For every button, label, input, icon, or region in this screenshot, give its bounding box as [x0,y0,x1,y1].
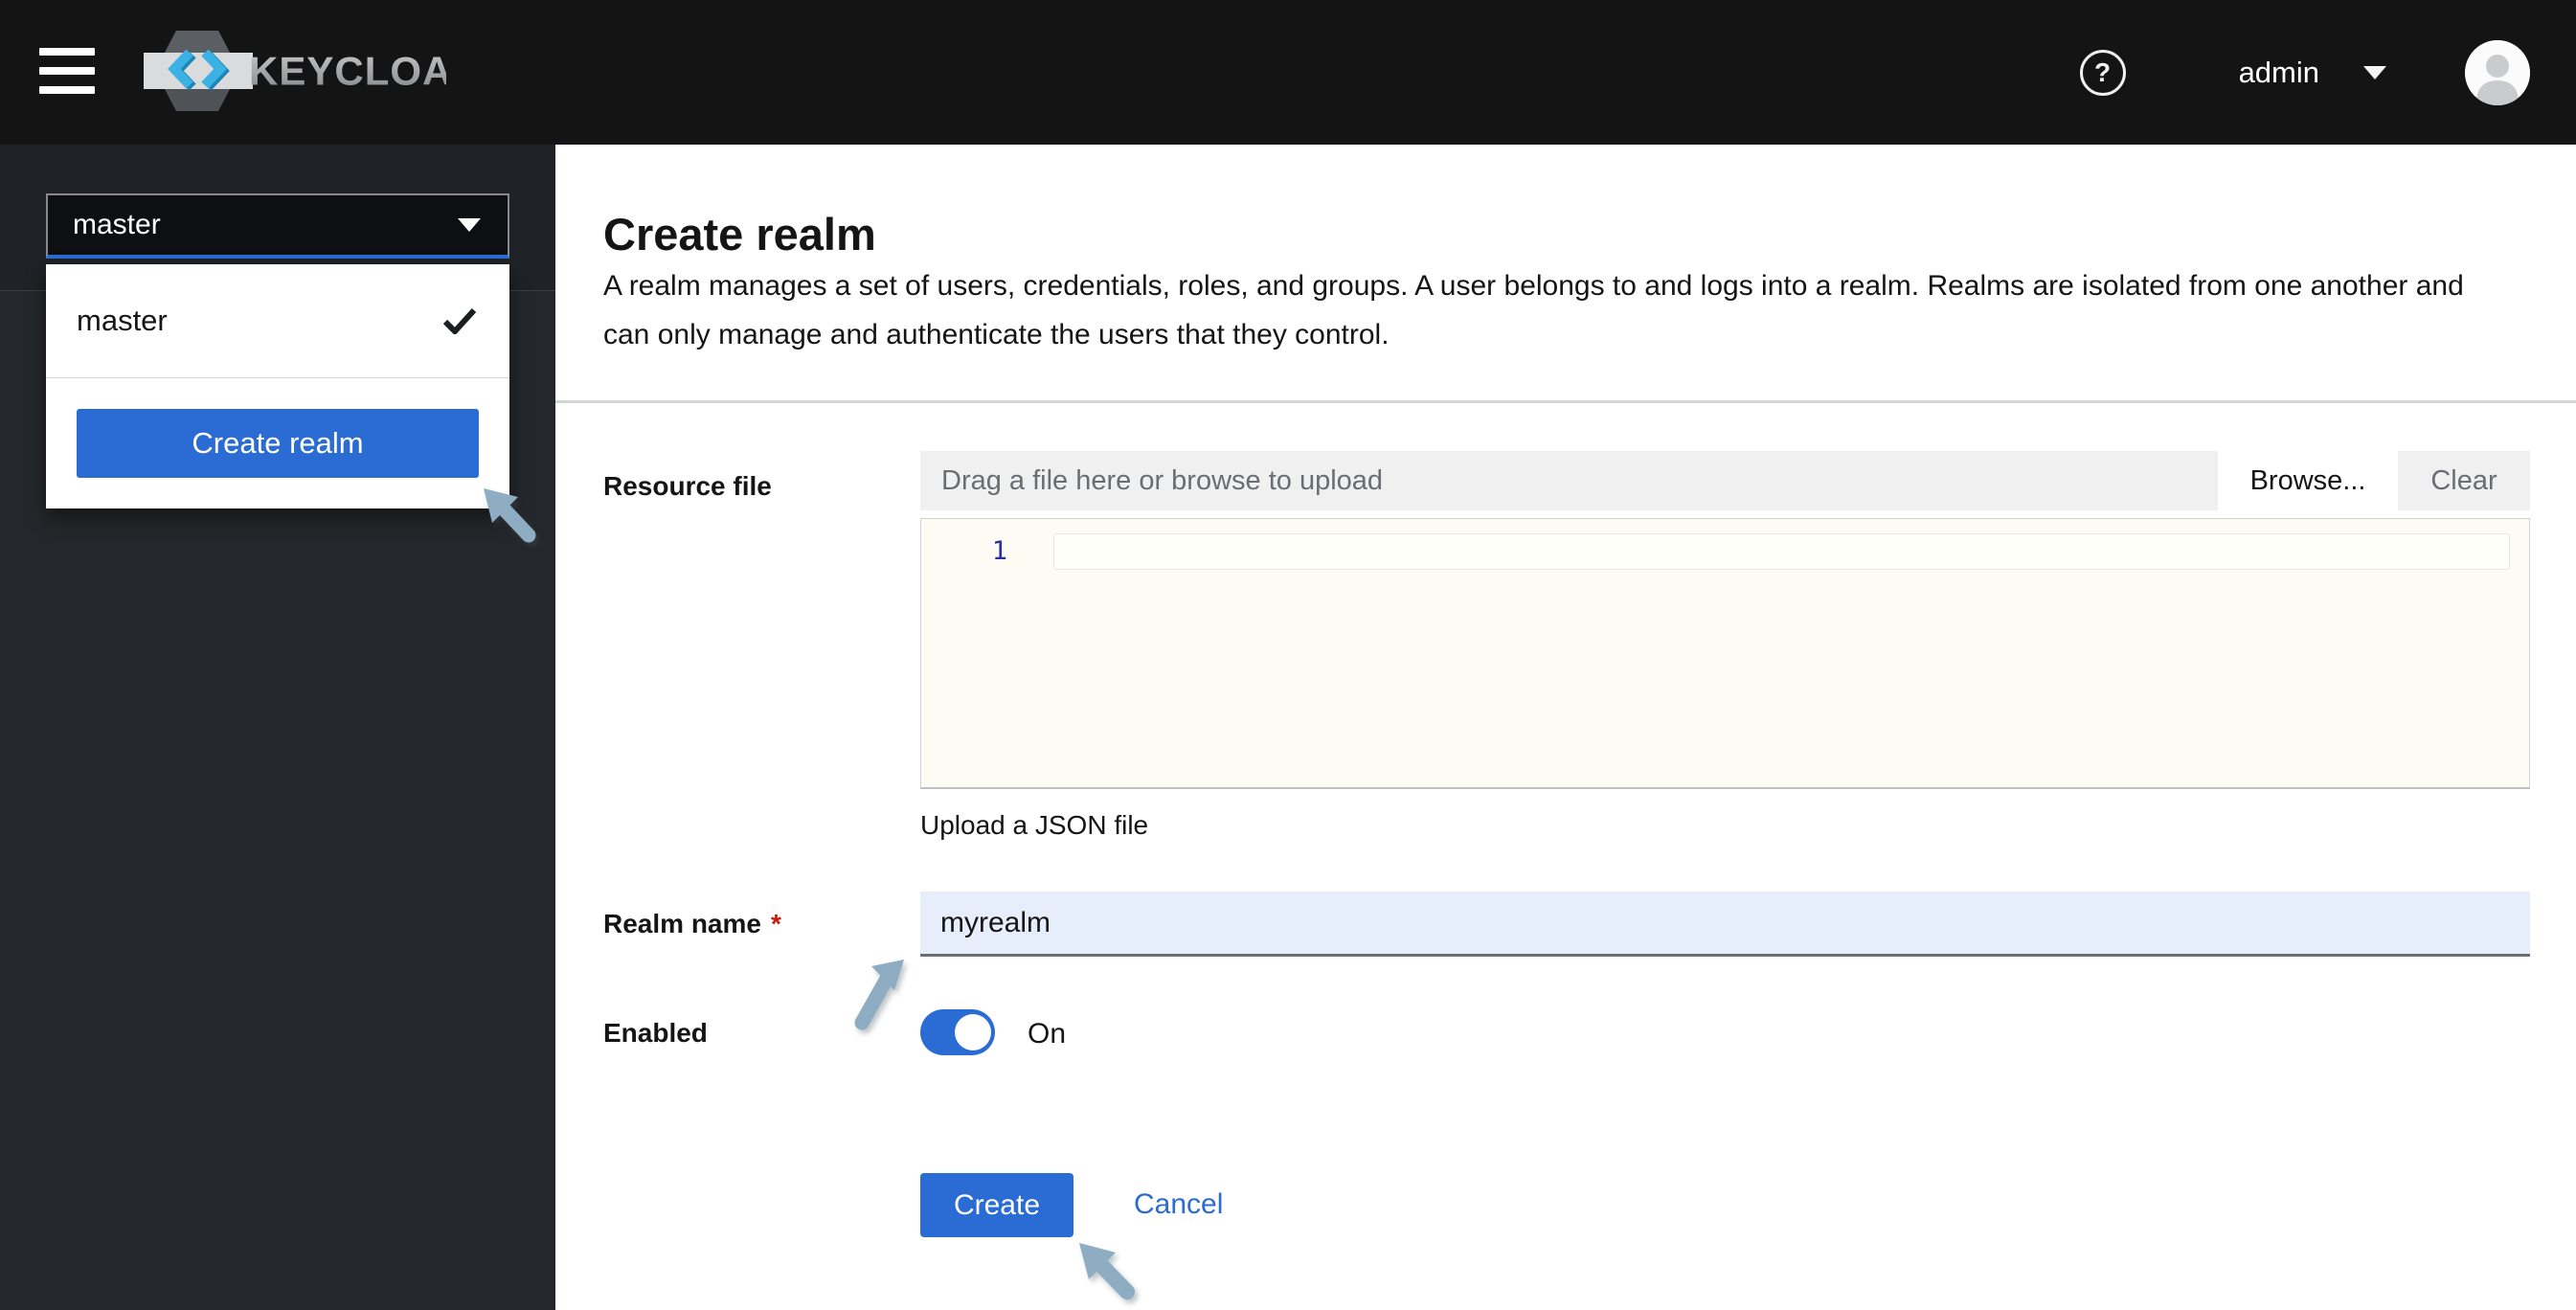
brand-text: KEYCLOAK [249,49,446,94]
upload-helper-text: Upload a JSON file [920,810,1148,841]
tutorial-arrow-realm-name [850,958,906,1030]
check-icon [442,307,477,334]
masthead-actions: ? admin [2080,0,2530,145]
cancel-link[interactable]: Cancel [1134,1188,1223,1221]
realm-selector[interactable]: master [46,193,509,259]
tutorial-arrow-create-button [1077,1241,1141,1304]
browse-button[interactable]: Browse... [2218,451,2398,510]
toggle-knob [955,1014,991,1050]
user-avatar-icon [2465,40,2530,105]
editor-line-number: 1 [979,536,1007,566]
create-button[interactable]: Create [920,1173,1073,1237]
main-content: Create realm A realm manages a set of us… [555,145,2576,1310]
realm-selector-dropdown: master Create realm [46,264,509,508]
realm-name-input[interactable] [920,892,2530,957]
user-menu-label: admin [2239,56,2319,90]
json-code-editor[interactable]: 1 [920,518,2530,789]
realm-dropdown-footer: Create realm [46,377,509,508]
caret-down-icon [2363,66,2386,79]
masthead: KEYCLOAK ? admin [0,0,2576,145]
required-indicator: * [771,909,781,938]
enabled-toggle[interactable] [920,1009,995,1055]
editor-active-line [1053,533,2510,570]
page-description: A realm manages a set of users, credenti… [603,261,2480,359]
clear-button[interactable]: Clear [2398,451,2530,510]
keycloak-logo-icon: KEYCLOAK [140,27,446,115]
help-glyph: ? [2094,57,2111,88]
keycloak-logo[interactable]: KEYCLOAK [140,27,446,115]
realm-selector-value: master [73,209,161,241]
file-drop-zone[interactable]: Drag a file here or browse to upload [920,451,2218,510]
enabled-state-label: On [1028,1018,1066,1050]
help-icon[interactable]: ? [2080,50,2126,96]
realm-option-master[interactable]: master [46,264,509,377]
file-upload-bar: Drag a file here or browse to upload Bro… [920,451,2530,510]
section-divider [555,400,2576,403]
enabled-label: Enabled [603,1018,708,1049]
page-title: Create realm [603,208,876,260]
resource-file-label: Resource file [603,471,772,502]
create-realm-button[interactable]: Create realm [77,409,479,478]
tutorial-arrow-create-realm [482,486,541,548]
avatar[interactable] [2465,40,2530,105]
realm-name-label: Realm name* [603,909,781,939]
hamburger-icon[interactable] [39,48,95,94]
user-menu[interactable]: admin [2239,56,2386,90]
realm-option-label: master [77,304,168,338]
caret-down-icon [458,218,481,232]
